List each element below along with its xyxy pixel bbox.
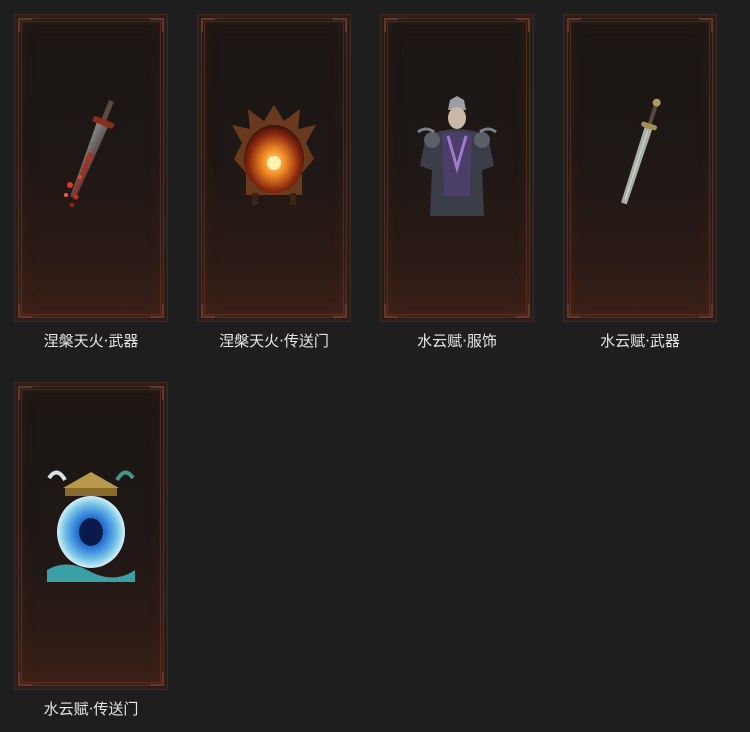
- item-frame[interactable]: [563, 14, 717, 322]
- item-label: 水云赋·服饰: [417, 332, 497, 350]
- armor-costume-icon: [417, 96, 497, 216]
- item-frame[interactable]: [197, 14, 351, 322]
- item-card-5[interactable]: 水云赋·传送门: [14, 382, 168, 719]
- item-card-1[interactable]: 涅槃天火·武器: [14, 14, 168, 351]
- item-frame[interactable]: [14, 14, 168, 322]
- flame-sword-icon: [64, 99, 115, 207]
- item-label: 涅槃天火·武器: [43, 332, 139, 350]
- sword-icon: [621, 98, 661, 205]
- item-frame[interactable]: [14, 382, 168, 690]
- item-label: 水云赋·传送门: [43, 700, 139, 718]
- item-label: 涅槃天火·传送门: [219, 332, 329, 350]
- water-portal-icon: [47, 470, 135, 582]
- item-card-3[interactable]: 水云赋·服饰: [380, 14, 534, 351]
- item-card-2[interactable]: 涅槃天火·传送门: [197, 14, 351, 351]
- flame-portal-icon: [232, 105, 316, 205]
- item-card-4[interactable]: 水云赋·武器: [563, 14, 717, 351]
- item-frame[interactable]: [380, 14, 534, 322]
- item-grid: 涅槃天火·武器 涅槃天火·传送门 水云赋·服饰 水云赋·武器 水云赋·传送门: [0, 0, 750, 732]
- item-label: 水云赋·武器: [600, 332, 680, 350]
